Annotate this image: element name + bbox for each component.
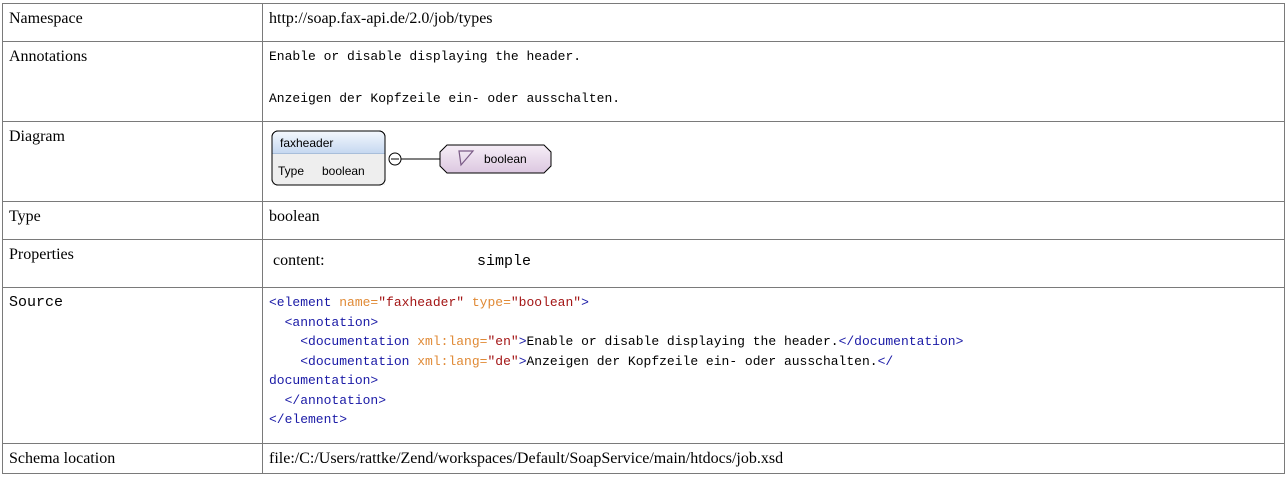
source-line: <element name="faxheader" type="boolean"…: [269, 295, 589, 310]
schema-location-label: Schema location: [2, 443, 263, 474]
source-token: Anzeigen der Kopfzeile ein- oder ausscha…: [526, 353, 878, 369]
namespace-value: http://soap.fax-api.de/2.0/job/types: [262, 3, 1285, 42]
row-annotations: Annotations Enable or disable displaying…: [2, 41, 1285, 122]
source-line: documentation>: [269, 373, 378, 388]
source-token: [269, 334, 300, 349]
source-token: "de": [487, 353, 519, 369]
schema-location-value: file:/C:/Users/rattke/Zend/workspaces/De…: [262, 443, 1285, 474]
annotation-de: Anzeigen der Kopfzeile ein- oder ausscha…: [269, 91, 621, 106]
annotation-en: Enable or disable displaying the header.: [269, 49, 582, 64]
property-value: simple: [477, 253, 532, 270]
source-token: [269, 393, 285, 408]
source-token: [269, 315, 285, 330]
annotations-label: Annotations: [2, 41, 263, 122]
diagram-element-name: faxheader: [280, 136, 333, 150]
schema-diagram: faxheader Type boolean boolean: [271, 130, 552, 186]
source-token: </: [877, 353, 894, 369]
properties-value: content: simple: [262, 239, 1285, 288]
source-token: >: [518, 334, 527, 349]
element-box-icon: faxheader Type boolean: [271, 130, 386, 186]
source-token: "boolean": [510, 295, 582, 310]
schema-property-table: Namespace http://soap.fax-api.de/2.0/job…: [2, 3, 1285, 474]
diagram-simple-type: boolean: [484, 152, 527, 166]
source-token: </annotation>: [284, 392, 387, 408]
source-token: >: [581, 295, 589, 310]
properties-label: Properties: [2, 239, 263, 288]
source-line: <documentation xml:lang="en">Enable or d…: [269, 334, 963, 349]
source-token: <documentation: [300, 334, 418, 349]
source-token: >: [518, 353, 527, 369]
source-line: <annotation>: [269, 314, 379, 330]
source-line: <documentation xml:lang="de">Anzeigen de…: [269, 354, 893, 369]
source-token: type=: [464, 295, 511, 310]
source-code: <element name="faxheader" type="boolean"…: [269, 293, 1278, 430]
annotations-value: Enable or disable displaying the header.…: [262, 41, 1285, 122]
row-namespace: Namespace http://soap.fax-api.de/2.0/job…: [2, 3, 1285, 42]
row-source: Source <element name="faxheader" type="b…: [2, 287, 1285, 444]
source-token: [269, 354, 300, 369]
property-key: content:: [273, 252, 325, 269]
source-token: "en": [487, 334, 519, 349]
source-token: documentation>: [269, 373, 379, 388]
source-token: xml:lang=: [417, 334, 488, 349]
source-token: </element>: [269, 412, 348, 427]
source-token: <annotation>: [284, 314, 379, 330]
diagram-cell: faxheader Type boolean boolean: [262, 121, 1285, 202]
source-token: "faxheader": [378, 295, 465, 310]
source-token: name=: [339, 295, 379, 310]
source-token: </documentation>: [838, 334, 964, 349]
diagram-label: Diagram: [2, 121, 263, 202]
source-token: <documentation: [300, 353, 418, 369]
source-token: xml:lang=: [417, 353, 488, 369]
row-diagram: Diagram faxheader Type boolean boolean: [2, 121, 1285, 202]
type-value: boolean: [262, 201, 1285, 240]
source-line: </element>: [269, 412, 347, 427]
diagram-type-label: Type: [278, 164, 304, 178]
source-token: Enable or disable displaying the header.: [526, 334, 839, 349]
diagram-type-value: boolean: [322, 164, 365, 178]
row-schema-location: Schema location file:/C:/Users/rattke/Ze…: [2, 443, 1285, 474]
sequence-connector-icon: [388, 152, 440, 166]
source-label: Source: [2, 287, 263, 444]
source-token: <element: [269, 295, 340, 310]
namespace-label: Namespace: [2, 3, 263, 42]
simple-type-icon: boolean: [439, 144, 552, 174]
property-content: content: simple: [269, 245, 1278, 271]
row-type: Type boolean: [2, 201, 1285, 240]
row-properties: Properties content: simple: [2, 239, 1285, 288]
source-line: </annotation>: [269, 393, 386, 408]
type-label: Type: [2, 201, 263, 240]
source-value: <element name="faxheader" type="boolean"…: [262, 287, 1285, 444]
